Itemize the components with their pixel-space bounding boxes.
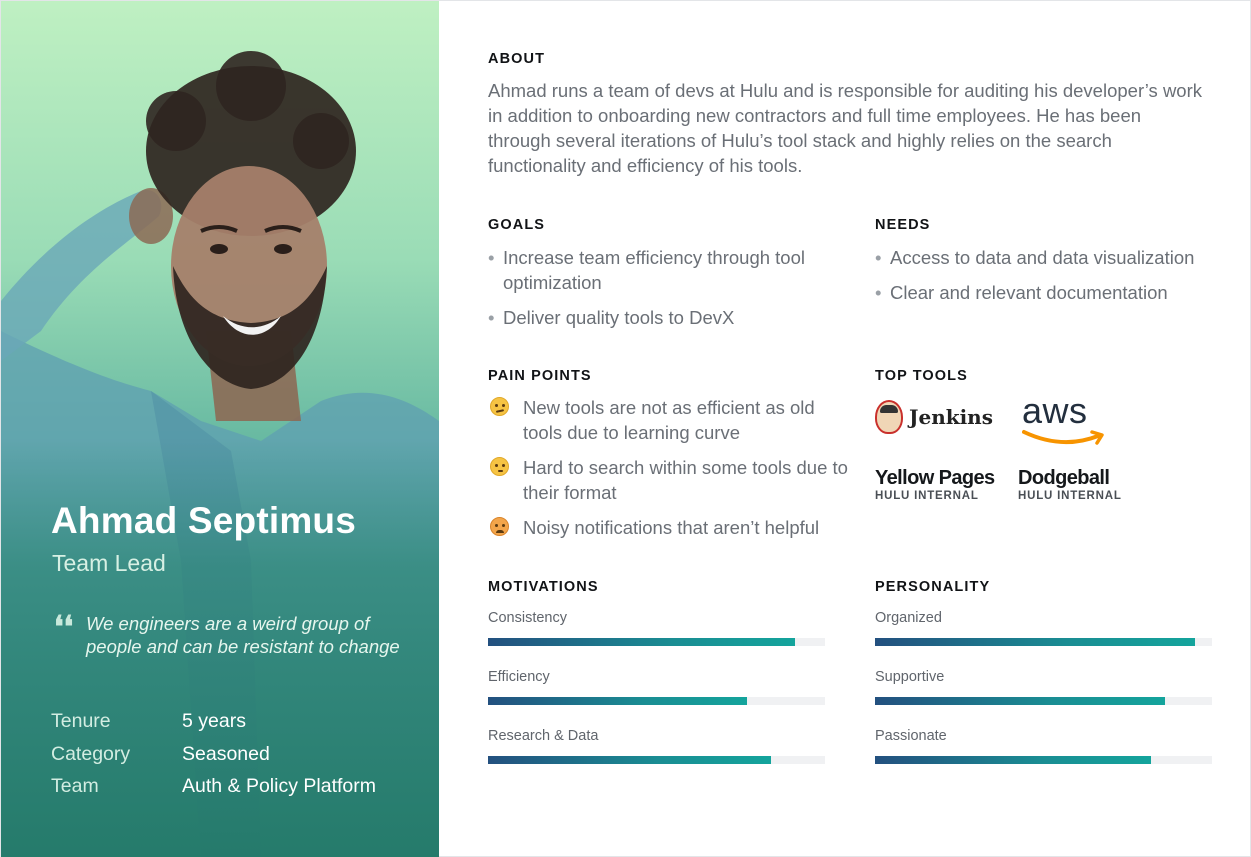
list-item: • Clear and relevant documentation bbox=[875, 280, 1205, 305]
info-value: 5 years bbox=[182, 710, 246, 732]
yellow-pages-logo: Yellow Pages HULU INTERNAL bbox=[875, 467, 995, 503]
goals-list: • Increase team efficiency through tool o… bbox=[488, 245, 838, 340]
quote-icon: ❛❛ bbox=[54, 610, 74, 645]
persona-info: Tenure 5 years Category Seasoned Team Au… bbox=[51, 710, 411, 808]
pain-text: Noisy notifications that aren’t helpful bbox=[523, 517, 820, 538]
info-label: Tenure bbox=[51, 710, 111, 732]
bar-label: Consistency bbox=[488, 610, 567, 626]
info-label: Team bbox=[51, 775, 99, 797]
dodgeball-name: Dodgeball bbox=[1018, 467, 1110, 489]
bar-label: Research & Data bbox=[488, 728, 599, 744]
need-text: Clear and relevant documentation bbox=[890, 282, 1168, 303]
jenkins-logo: Jenkins bbox=[875, 400, 993, 434]
bar-fill bbox=[488, 638, 795, 646]
bar-track bbox=[875, 638, 1212, 646]
top-tools-title: TOP TOOLS bbox=[875, 368, 968, 384]
info-value: Auth & Policy Platform bbox=[182, 775, 376, 797]
need-text: Access to data and data visualization bbox=[890, 247, 1195, 268]
confused-face-icon bbox=[490, 397, 509, 416]
yellow-pages-name: Yellow Pages bbox=[875, 467, 995, 489]
motivation-bar: Consistency bbox=[488, 610, 825, 646]
angry-face-icon bbox=[490, 517, 509, 536]
bar-fill bbox=[488, 756, 772, 764]
persona-quote: We engineers are a weird group of people… bbox=[86, 613, 400, 657]
list-item: • Increase team efficiency through tool o… bbox=[488, 245, 838, 295]
bar-track bbox=[488, 756, 825, 764]
bar-label: Organized bbox=[875, 610, 942, 626]
list-item: Noisy notifications that aren’t helpful bbox=[488, 515, 848, 540]
bullet-icon: • bbox=[875, 282, 882, 303]
info-value: Seasoned bbox=[182, 742, 270, 765]
bullet-icon: • bbox=[488, 307, 495, 328]
bullet-icon: • bbox=[488, 247, 495, 268]
list-item: Hard to search within some tools due to … bbox=[488, 455, 848, 505]
aws-label: aws bbox=[1022, 390, 1088, 431]
pain-points-title: PAIN POINTS bbox=[488, 368, 592, 384]
info-row-team: Team Auth & Policy Platform bbox=[51, 775, 411, 808]
bar-fill bbox=[875, 756, 1152, 764]
bar-fill bbox=[875, 638, 1196, 646]
bullet-icon: • bbox=[875, 247, 882, 268]
aws-smile-icon bbox=[1022, 430, 1104, 445]
bar-label: Supportive bbox=[875, 669, 945, 685]
pain-text: New tools are not as efficient as old to… bbox=[523, 397, 815, 443]
goal-text: Increase team efficiency through tool op… bbox=[503, 247, 805, 293]
info-row-tenure: Tenure 5 years bbox=[51, 710, 411, 743]
motivations-title: MOTIVATIONS bbox=[488, 579, 599, 595]
needs-list: • Access to data and data visualization •… bbox=[875, 245, 1205, 315]
list-item: • Deliver quality tools to DevX bbox=[488, 305, 838, 330]
bar-label: Passionate bbox=[875, 728, 947, 744]
aws-logo: aws bbox=[1022, 390, 1108, 453]
about-title: ABOUT bbox=[488, 51, 546, 67]
jenkins-butler-icon bbox=[875, 400, 903, 434]
personality-bar: Supportive bbox=[875, 669, 1212, 705]
about-text: Ahmad runs a team of devs at Hulu and is… bbox=[488, 80, 1203, 176]
dodgeball-sub: HULU INTERNAL bbox=[1018, 490, 1122, 502]
list-item: New tools are not as efficient as old to… bbox=[488, 395, 848, 445]
bar-label: Efficiency bbox=[488, 669, 550, 685]
persona-name: Ahmad Septimus bbox=[51, 500, 357, 541]
motivation-bar: Efficiency bbox=[488, 669, 825, 705]
bar-track bbox=[875, 697, 1212, 705]
jenkins-label: Jenkins bbox=[909, 405, 993, 429]
info-label: Category bbox=[51, 742, 131, 765]
needs-title: NEEDS bbox=[875, 217, 931, 233]
info-row-category: Category Seasoned bbox=[51, 743, 411, 776]
personality-bar: Organized bbox=[875, 610, 1212, 646]
pain-points-list: New tools are not as efficient as old to… bbox=[488, 395, 848, 550]
bar-track bbox=[875, 756, 1212, 764]
bar-track bbox=[488, 638, 825, 646]
goal-text: Deliver quality tools to DevX bbox=[503, 307, 735, 328]
pain-text: Hard to search within some tools due to … bbox=[523, 457, 848, 503]
profile-panel: Ahmad Septimus Team Lead ❛❛ We engineers… bbox=[1, 1, 439, 857]
bar-fill bbox=[875, 697, 1165, 705]
dodgeball-logo: Dodgeball HULU INTERNAL bbox=[1018, 467, 1122, 503]
bar-fill bbox=[488, 697, 748, 705]
personality-title: PERSONALITY bbox=[875, 579, 991, 595]
list-item: • Access to data and data visualization bbox=[875, 245, 1205, 270]
persona-card: Ahmad Septimus Team Lead ❛❛ We engineers… bbox=[0, 0, 1251, 857]
bar-track bbox=[488, 697, 825, 705]
goals-title: GOALS bbox=[488, 217, 546, 233]
motivation-bar: Research & Data bbox=[488, 728, 825, 764]
thinking-face-icon bbox=[490, 457, 509, 476]
personality-bar: Passionate bbox=[875, 728, 1212, 764]
yellow-pages-sub: HULU INTERNAL bbox=[875, 490, 979, 502]
persona-role: Team Lead bbox=[52, 550, 166, 576]
